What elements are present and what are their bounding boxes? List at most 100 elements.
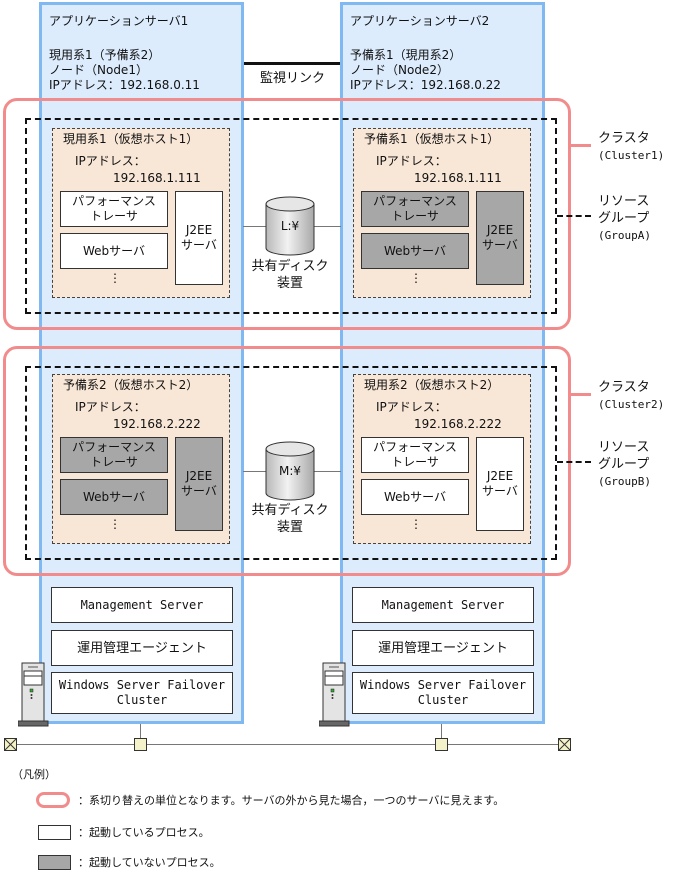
cluster-label: クラスタ [598,380,650,395]
proc-label: Windows Server Failover [359,678,527,692]
legend-text: ：系切り替えの単位となります。サーバの外から見た場合，一つのサーバに見えます。 [78,793,505,807]
performance-tracer: パフォーマンス トレーサ [361,437,469,473]
network-drop-line [441,724,442,738]
j2ee-server: J2EE サーバ [175,191,223,285]
terminator-icon [4,738,17,751]
disk-label: 共有ディスク 装置 [240,258,340,292]
proc-label: Management Server [381,597,505,612]
network-drop-line [140,724,141,738]
proc-label: パフォーマンス [72,194,156,208]
legend-text: ：起動しているプロセス。 [78,826,210,839]
failover-unit-symbol-icon [36,792,70,808]
proc-label: パフォーマンス [72,440,156,454]
proc-label: Windows Server Failover [58,678,226,692]
web-server: Webサーバ [361,479,469,515]
j2ee-server: J2EE サーバ [175,437,223,531]
vhost-ip-label: IPアドレス： [376,154,447,168]
network-bus-line [12,744,568,745]
proc-label: Cluster [116,693,168,707]
proc-label: Webサーバ [383,243,447,258]
virtual-host-standby-1: 予備系1（仮想ホスト1） IPアドレス： 192.168.1.111 パフォーマ… [353,128,531,298]
vhost-ip: 192.168.2.222 [113,417,201,431]
proc-label: Webサーバ [82,489,146,504]
server-node: ノード（Node1） [49,63,148,77]
group-label-line: リソース [598,194,650,209]
cluster-label: クラスタ [598,131,650,146]
group-label: リソース グループ (GroupA) [598,193,651,244]
proc-label: サーバ [181,484,217,498]
web-server: Webサーバ [60,479,168,515]
vhost-ip-label: IPアドレス： [75,154,146,168]
operations-agent-2: 運用管理エージェント [352,630,534,666]
server-ip: IPアドレス：192.168.0.22 [350,78,501,92]
web-server: Webサーバ [361,233,469,269]
proc-label: トレーサ [391,455,439,469]
management-server-2: Management Server [352,587,534,623]
proc-label: パフォーマンス [373,440,457,454]
proc-label: Webサーバ [82,243,146,258]
server-tower-icon [319,662,350,727]
vhost-title: 現用系2（仮想ホスト2） [364,378,500,392]
group-label-line: グループ [598,457,650,472]
vhost-title: 予備系2（仮想ホスト2） [63,378,199,392]
proc-label: サーバ [181,238,217,252]
vhost-ip: 192.168.2.222 [414,417,502,431]
proc-label: J2EE [185,223,213,237]
server-ip: IPアドレス：192.168.0.11 [49,78,200,92]
cluster-sub-label: (Cluster1) [598,149,665,162]
performance-tracer: パフォーマンス トレーサ [361,191,469,227]
cluster-callout-line [571,393,591,396]
proc-label: J2EE [185,469,213,483]
proc-label: パフォーマンス [373,194,457,208]
failover-cluster-2: Windows Server Failover Cluster [352,672,534,714]
legend-title: （凡例） [12,768,56,781]
network-hub-icon [435,738,448,751]
legend-item-running-process: ：起動しているプロセス。 [38,825,210,840]
j2ee-server: J2EE サーバ [476,437,524,531]
terminator-icon [558,738,571,751]
group-callout-line [557,461,591,463]
cluster-sub-label: (Cluster2) [598,398,665,411]
more-ellipsis: ⋮ [109,271,121,285]
proc-label: トレーサ [391,209,439,223]
vhost-title: 予備系1（仮想ホスト1） [364,132,500,146]
monitor-link-label: 監視リンク [260,71,326,86]
proc-label: Webサーバ [383,489,447,504]
cluster-callout-line [571,144,591,147]
failover-cluster-1: Windows Server Failover Cluster [51,672,233,714]
server-role: 現用系1（予備系2） [49,48,161,62]
more-ellipsis: ⋮ [410,517,422,531]
proc-label: サーバ [482,238,518,252]
disk-label-line: 共有ディスク [251,259,329,274]
monitor-link-line [244,62,340,65]
server-node: ノード（Node2） [350,63,449,77]
group-callout-line [557,215,591,217]
legend-text: ：起動していないプロセス。 [78,856,221,869]
web-server: Webサーバ [60,233,168,269]
virtual-host-active-1: 現用系1（仮想ホスト1） IPアドレス： 192.168.1.111 パフォーマ… [52,128,230,298]
server-title: アプリケーションサーバ2 [350,14,490,28]
disk-label-line: 装置 [276,276,303,291]
more-ellipsis: ⋮ [410,271,422,285]
vhost-ip-label: IPアドレス： [376,400,447,414]
virtual-host-standby-2: 予備系2（仮想ホスト2） IPアドレス： 192.168.2.222 パフォーマ… [52,374,230,544]
more-ellipsis: ⋮ [109,517,121,531]
disk-label-line: 装置 [276,520,303,535]
legend-item-stopped-process: ：起動していないプロセス。 [38,855,221,870]
server-title: アプリケーションサーバ1 [49,14,189,28]
proc-label: Cluster [417,693,469,707]
disk-label-line: 共有ディスク [251,503,329,518]
proc-label: トレーサ [90,455,138,469]
legend-item-failover-unit: ：系切り替えの単位となります。サーバの外から見た場合，一つのサーバに見えます。 [36,792,504,808]
proc-label: J2EE [486,223,514,237]
vhost-ip-label: IPアドレス： [75,400,146,414]
stopped-process-symbol-icon [38,855,71,870]
network-hub-icon [134,738,147,751]
running-process-symbol-icon [38,825,71,840]
disk-label: 共有ディスク 装置 [240,502,340,536]
group-label-line: (GroupA) [598,229,651,242]
server-role: 予備系1（現用系2） [350,48,462,62]
virtual-host-active-2: 現用系2（仮想ホスト2） IPアドレス： 192.168.2.222 パフォーマ… [353,374,531,544]
vhost-ip: 192.168.1.111 [414,171,502,185]
vhost-ip: 192.168.1.111 [113,171,201,185]
